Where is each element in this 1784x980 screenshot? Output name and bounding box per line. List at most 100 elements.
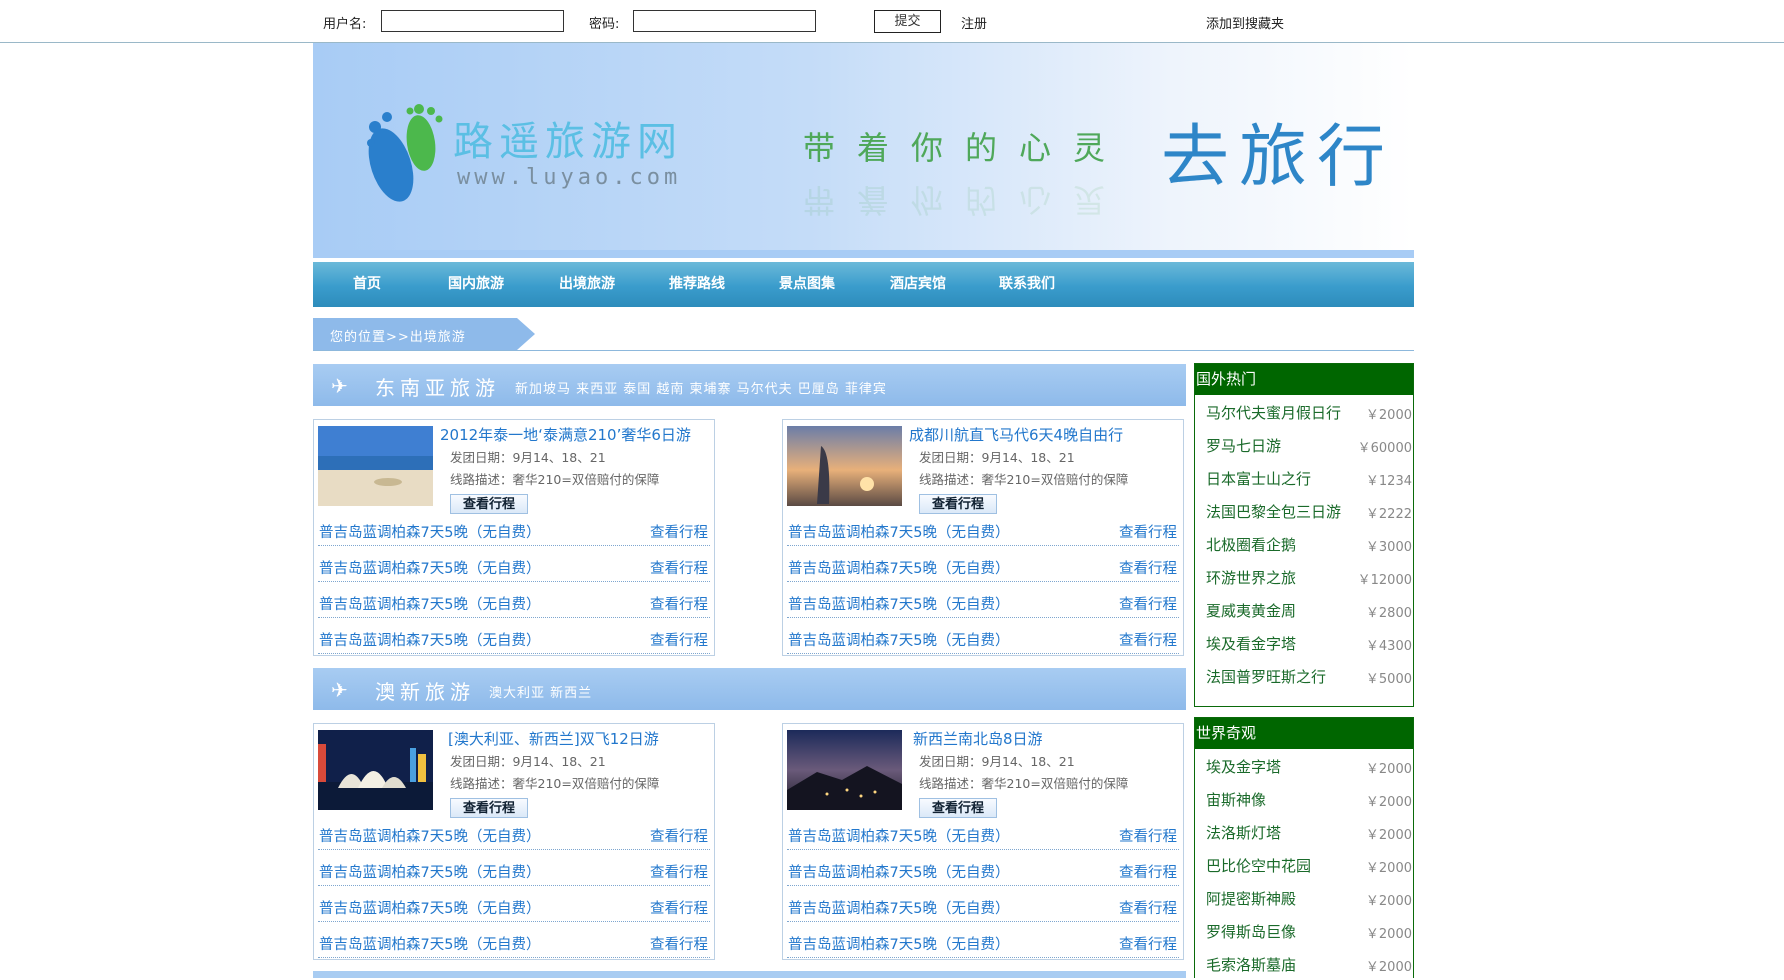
nav-contact[interactable]: 联系我们 (999, 262, 1055, 307)
view-itinerary-link[interactable]: 查看行程 (1119, 593, 1177, 614)
route-name-link[interactable]: 普吉岛蓝调柏森7天5晚（无自费） (788, 521, 1009, 542)
sidebar-item-price: ￥2000 (1365, 894, 1412, 909)
route-name-link[interactable]: 普吉岛蓝调柏森7天5晚（无自费） (788, 825, 1009, 846)
sidebar-item-name[interactable]: 毛索洛斯墓庙 (1206, 954, 1296, 975)
sidebar-item-price: ￥2000 (1365, 828, 1412, 843)
sidebar-item-price: ￥2000 (1365, 927, 1412, 942)
sidebar-item-price: ￥2000 (1365, 861, 1412, 876)
nav-hotels[interactable]: 酒店宾馆 (890, 262, 946, 307)
route-name-link[interactable]: 普吉岛蓝调柏森7天5晚（无自费） (788, 861, 1009, 882)
sidebar-item-name[interactable]: 埃及看金字塔 (1206, 633, 1296, 654)
route-name-link[interactable]: 普吉岛蓝调柏森7天5晚（无自费） (319, 933, 540, 954)
route-name-link[interactable]: 普吉岛蓝调柏森7天5晚（无自费） (788, 933, 1009, 954)
sidebar-item-name[interactable]: 罗得斯岛巨像 (1206, 921, 1296, 942)
sidebar-item-name[interactable]: 巴比伦空中花园 (1206, 855, 1311, 876)
route-name-link[interactable]: 普吉岛蓝调柏森7天5晚（无自费） (319, 825, 540, 846)
sidebar-item-name[interactable]: 马尔代夫蜜月假日行 (1206, 402, 1341, 423)
route-name-link[interactable]: 普吉岛蓝调柏森7天5晚（无自费） (788, 593, 1009, 614)
view-itinerary-link[interactable]: 查看行程 (1119, 629, 1177, 650)
register-link[interactable]: 注册 (961, 13, 987, 32)
route-name-link[interactable]: 普吉岛蓝调柏森7天5晚（无自费） (319, 557, 540, 578)
sidebar-item[interactable]: 埃及看金字塔 ￥4300 (1195, 626, 1413, 659)
sidebar-item-name[interactable]: 环游世界之旅 (1206, 567, 1296, 588)
beach-thumbnail[interactable] (318, 426, 433, 506)
route-name-link[interactable]: 普吉岛蓝调柏森7天5晚（无自费） (319, 861, 540, 882)
nav-outbound[interactable]: 出境旅游 (559, 262, 615, 307)
sidebar-item-price: ￥2000 (1365, 960, 1412, 975)
section-tags[interactable]: 澳大利亚 新西兰 (489, 682, 592, 701)
route-name-link[interactable]: 普吉岛蓝调柏森7天5晚（无自费） (788, 897, 1009, 918)
sidebar-item[interactable]: 环游世界之旅 ￥12000 (1195, 560, 1413, 593)
section-tags[interactable]: 新加坡马 来西亚 泰国 越南 柬埔寨 马尔代夫 巴厘岛 菲律宾 (515, 378, 887, 397)
view-itinerary-link[interactable]: 查看行程 (650, 933, 708, 954)
sidebar-item[interactable]: 毛索洛斯墓庙 ￥2000 (1195, 947, 1413, 980)
nav-domestic[interactable]: 国内旅游 (448, 262, 504, 307)
sidebar-item[interactable]: 法洛斯灯塔 ￥2000 (1195, 815, 1413, 848)
tour-desc: 线路描述：奢华210=双倍赔付的保障 (919, 776, 1129, 791)
view-itinerary-link[interactable]: 查看行程 (1119, 557, 1177, 578)
view-itinerary-link[interactable]: 查看行程 (650, 825, 708, 846)
view-itinerary-link[interactable]: 查看行程 (1119, 897, 1177, 918)
view-itinerary-link[interactable]: 查看行程 (1119, 933, 1177, 954)
sidebar-item[interactable]: 巴比伦空中花园 ￥2000 (1195, 848, 1413, 881)
sidebar-item-name[interactable]: 埃及金字塔 (1206, 756, 1281, 777)
sidebar-item-name[interactable]: 罗马七日游 (1206, 435, 1281, 456)
tour-title[interactable]: 成都川航直飞马代6天4晚自由行 (909, 425, 1179, 445)
route-name-link[interactable]: 普吉岛蓝调柏森7天5晚（无自费） (319, 593, 540, 614)
view-itinerary-button[interactable]: 查看行程 (919, 494, 997, 514)
new-zealand-night-thumbnail[interactable] (787, 730, 902, 810)
tour-date: 发团日期：9月14、18、21 (919, 754, 1075, 769)
dubai-sunset-thumbnail[interactable] (787, 426, 902, 506)
sidebar-item[interactable]: 日本富士山之行 ￥1234 (1195, 461, 1413, 494)
sidebar-item-name[interactable]: 法国普罗旺斯之行 (1206, 666, 1326, 687)
section-header-southeast-asia: ✈ 东南亚旅游 新加坡马 来西亚 泰国 越南 柬埔寨 马尔代夫 巴厘岛 菲律宾 (313, 364, 1186, 406)
sidebar-item[interactable]: 法国巴黎全包三日游 ￥2222 (1195, 494, 1413, 527)
add-favorite-link[interactable]: 添加到搜藏夹 (1206, 13, 1284, 32)
view-itinerary-link[interactable]: 查看行程 (650, 897, 708, 918)
tour-title[interactable]: 2012年泰一地‘泰满意210’奢华6日游 (440, 425, 710, 445)
nav-home[interactable]: 首页 (353, 262, 381, 307)
view-itinerary-link[interactable]: 查看行程 (650, 861, 708, 882)
sidebar-item[interactable]: 罗马七日游 ￥60000 (1195, 428, 1413, 461)
sydney-opera-thumbnail[interactable] (318, 730, 433, 810)
view-itinerary-link[interactable]: 查看行程 (1119, 825, 1177, 846)
sidebar-item[interactable]: 法国普罗旺斯之行 ￥5000 (1195, 659, 1413, 692)
sidebar-item[interactable]: 北极圈看企鹅 ￥3000 (1195, 527, 1413, 560)
view-itinerary-link[interactable]: 查看行程 (1119, 861, 1177, 882)
view-itinerary-link[interactable]: 查看行程 (650, 521, 708, 542)
view-itinerary-link[interactable]: 查看行程 (650, 629, 708, 650)
tour-title[interactable]: 新西兰南北岛8日游 (913, 729, 1183, 749)
password-input[interactable] (633, 10, 816, 32)
sidebar-item-price: ￥2800 (1365, 606, 1412, 621)
sidebar-item[interactable]: 阿提密斯神殿 ￥2000 (1195, 881, 1413, 914)
sidebar-item-name[interactable]: 阿提密斯神殿 (1206, 888, 1296, 909)
sidebar-item[interactable]: 宙斯神像 ￥2000 (1195, 782, 1413, 815)
route-name-link[interactable]: 普吉岛蓝调柏森7天5晚（无自费） (788, 629, 1009, 650)
tour-title[interactable]: [澳大利亚、新西兰]双飞12日游 (448, 729, 718, 749)
nav-gallery[interactable]: 景点图集 (779, 262, 835, 307)
view-itinerary-button[interactable]: 查看行程 (450, 494, 528, 514)
sidebar-item[interactable]: 夏威夷黄金周 ￥2800 (1195, 593, 1413, 626)
view-itinerary-link[interactable]: 查看行程 (650, 593, 708, 614)
view-itinerary-button[interactable]: 查看行程 (919, 798, 997, 818)
sidebar-item[interactable]: 埃及金字塔 ￥2000 (1195, 749, 1413, 782)
sidebar-item-name[interactable]: 日本富士山之行 (1206, 468, 1311, 489)
view-itinerary-button[interactable]: 查看行程 (450, 798, 528, 818)
route-name-link[interactable]: 普吉岛蓝调柏森7天5晚（无自费） (319, 629, 540, 650)
route-name-link[interactable]: 普吉岛蓝调柏森7天5晚（无自费） (319, 521, 540, 542)
route-name-link[interactable]: 普吉岛蓝调柏森7天5晚（无自费） (788, 557, 1009, 578)
sidebar-item-name[interactable]: 宙斯神像 (1206, 789, 1266, 810)
route-name-link[interactable]: 普吉岛蓝调柏森7天5晚（无自费） (319, 897, 540, 918)
sidebar-item[interactable]: 马尔代夫蜜月假日行 ￥2000 (1195, 395, 1413, 428)
view-itinerary-link[interactable]: 查看行程 (1119, 521, 1177, 542)
submit-button[interactable]: 提交 (874, 10, 941, 33)
view-itinerary-link[interactable]: 查看行程 (650, 557, 708, 578)
nav-recommended[interactable]: 推荐路线 (669, 262, 725, 307)
username-input[interactable] (381, 10, 564, 32)
slogan-big: 去旅行 (1161, 118, 1396, 197)
sidebar-item[interactable]: 罗得斯岛巨像 ￥2000 (1195, 914, 1413, 947)
sidebar-item-name[interactable]: 法洛斯灯塔 (1206, 822, 1281, 843)
sidebar-item-name[interactable]: 夏威夷黄金周 (1206, 600, 1296, 621)
sidebar-item-name[interactable]: 法国巴黎全包三日游 (1206, 501, 1341, 522)
sidebar-item-name[interactable]: 北极圈看企鹅 (1206, 534, 1296, 555)
